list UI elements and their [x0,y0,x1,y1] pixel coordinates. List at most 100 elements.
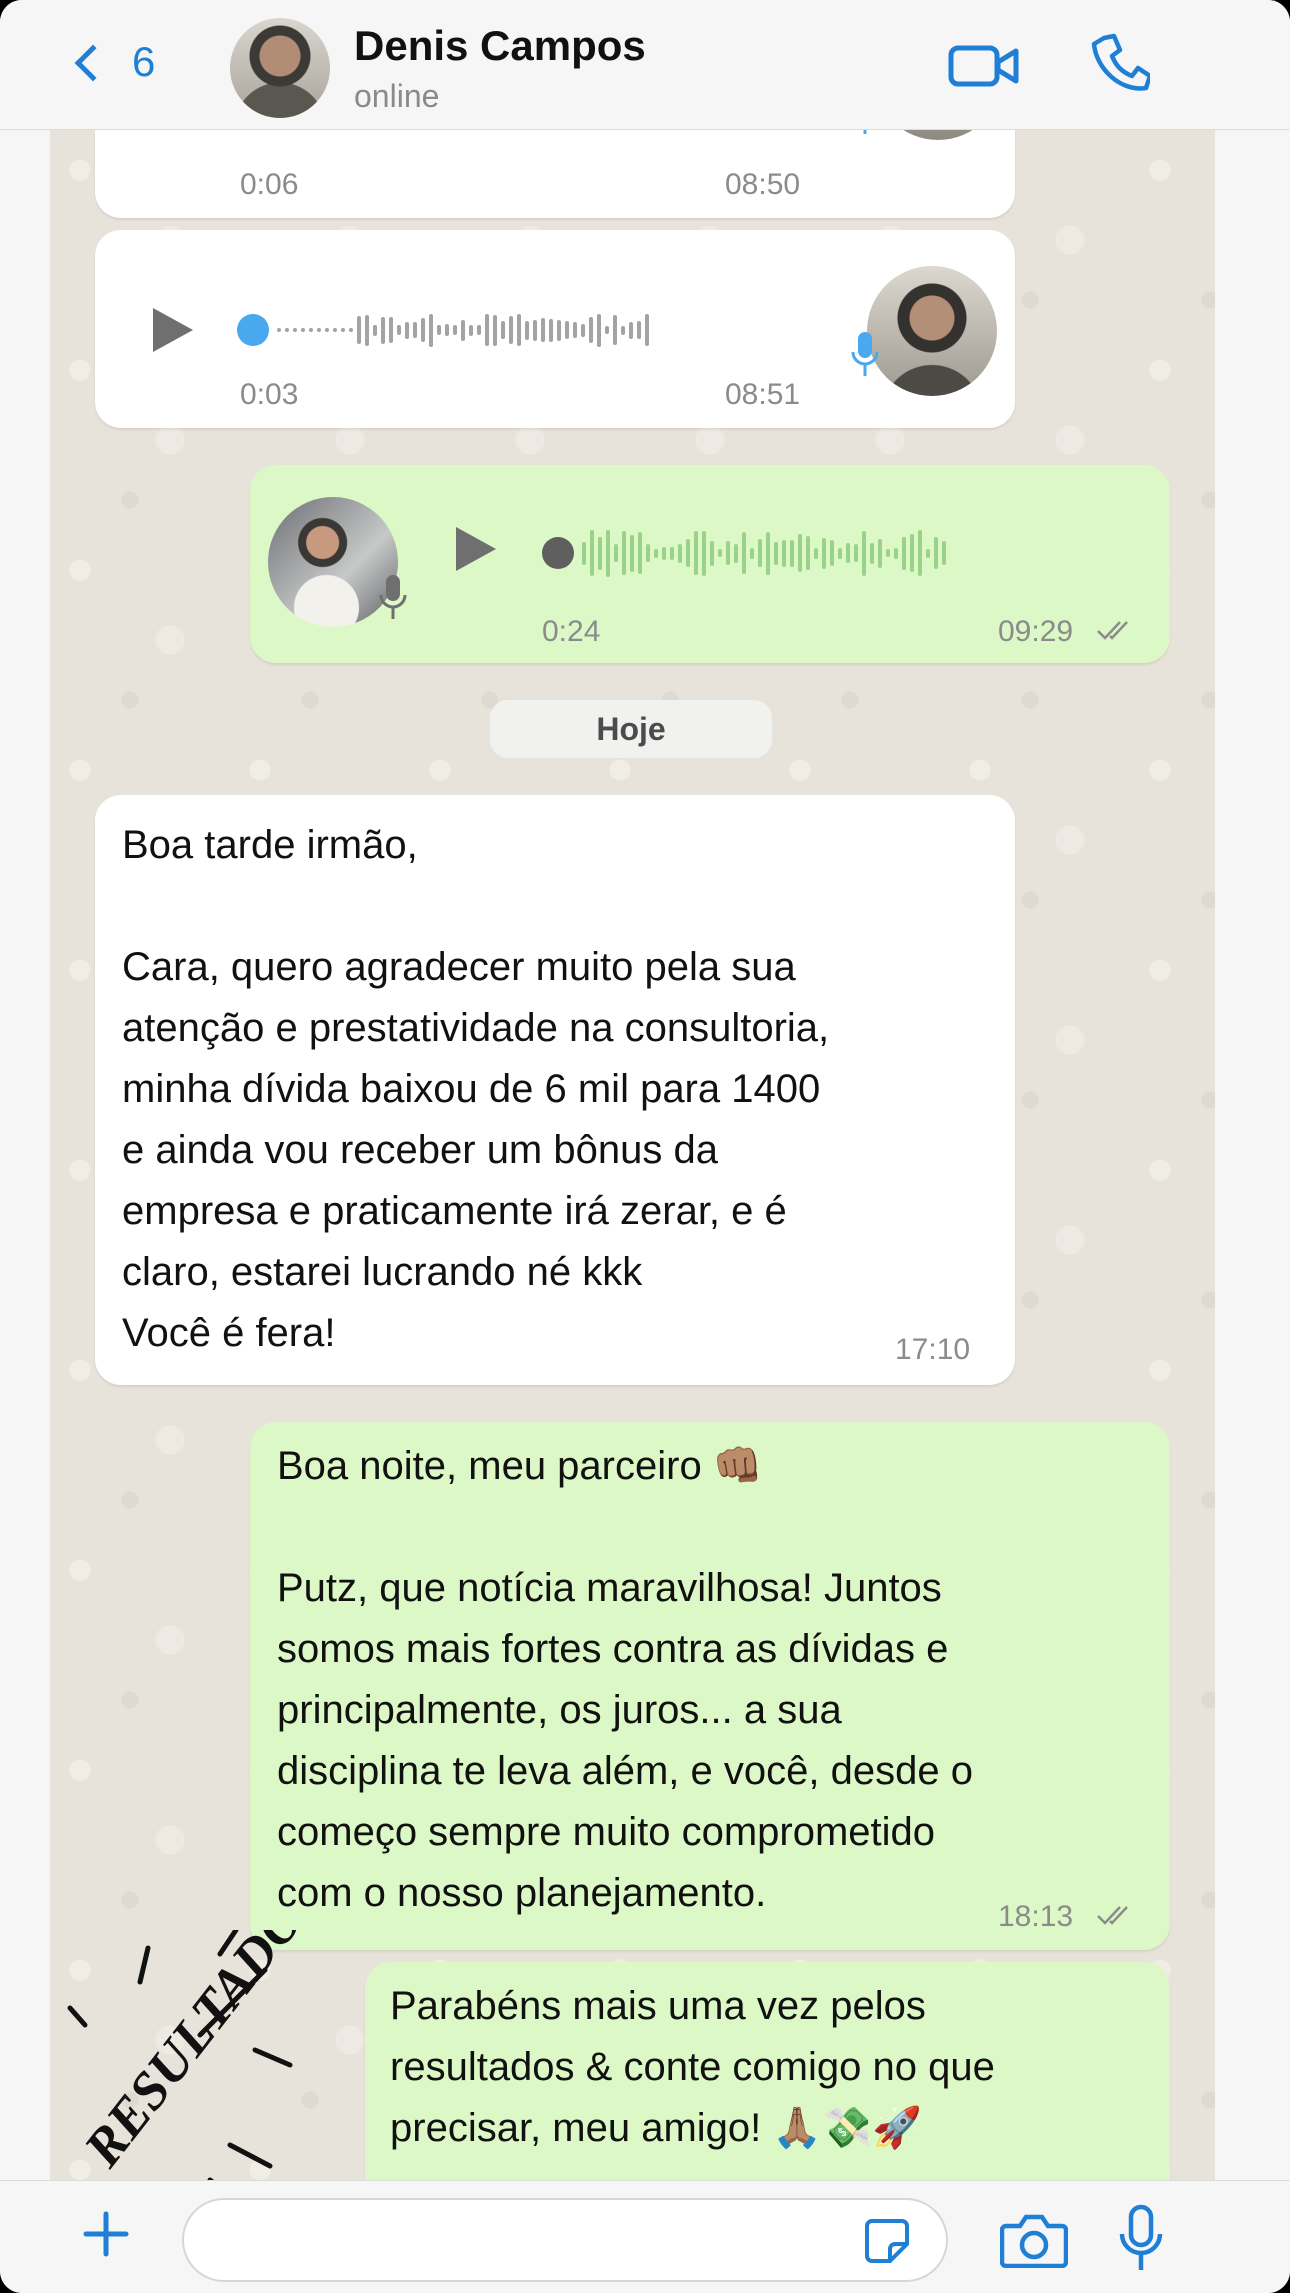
play-icon[interactable] [456,527,496,571]
waveform-bar [437,325,441,335]
waveform-bar [862,530,866,576]
waveform-bar [365,314,369,346]
plus-icon[interactable] [82,2210,130,2258]
date-divider: Hoje [490,700,772,758]
waveform-bar [413,322,417,338]
waveform-bar [614,544,618,562]
message-text: Parabéns mais uma vez pelos resultados &… [390,1984,995,2150]
waveform-bar [589,317,593,343]
microphone-icon[interactable] [1118,2204,1164,2274]
voice-progress-knob[interactable] [237,314,269,346]
waveform-bar [638,532,642,574]
waveform-bar [373,324,377,336]
waveform-bar [686,539,690,567]
waveform-bar [285,328,289,332]
waveform-bar [646,544,650,562]
waveform-bar [886,549,890,557]
waveform-bar [822,537,826,569]
video-camera-icon[interactable] [948,40,1020,92]
waveform-bar [389,317,393,343]
message-time: 08:50 [725,168,801,201]
waveform-bar [637,321,641,339]
text-message-outgoing-1[interactable]: Boa noite, meu parceiro 👊🏽 Putz, que not… [250,1422,1170,1950]
waveform-bar [549,318,553,342]
voice-waveform[interactable] [277,305,649,355]
waveform-bar [517,314,521,346]
waveform-bar [814,547,818,559]
text-message-outgoing-2[interactable]: Parabéns mais uma vez pelos resultados &… [365,1962,1170,2202]
message-time: 18:13 [998,1900,1074,1933]
contact-name[interactable]: Denis Campos [354,22,646,70]
phone-screen: 0:06 08:50 0:03 08:51 0:24 09:29 Hoje Bo… [0,0,1290,2293]
voice-message-outgoing[interactable]: 0:24 09:29 [250,465,1170,663]
play-icon[interactable] [153,308,193,352]
sticker-icon[interactable] [864,2218,910,2264]
text-message-incoming[interactable]: Boa tarde irmão, Cara, quero agradecer m… [95,795,1015,1385]
waveform-bar [878,538,882,568]
waveform-bar [742,532,746,574]
contact-avatar[interactable] [230,18,330,118]
waveform-bar [582,541,586,565]
resultados-stamp: RESULTADOS [67,1930,330,2205]
waveform-bar [718,549,722,557]
waveform-bar [397,325,401,335]
waveform-bar [662,546,666,560]
chat-header: 6 Denis Campos online [0,0,1290,130]
waveform-bar [597,313,601,347]
waveform-bar [854,544,858,562]
voice-duration: 0:03 [240,378,299,411]
waveform-bar [565,321,569,339]
waveform-bar [902,536,906,570]
waveform-bar [782,539,786,567]
waveform-bar [590,530,594,576]
waveform-bar [381,316,385,344]
waveform-bar [525,320,529,340]
waveform-bar [918,530,922,576]
waveform-bar [806,536,810,570]
waveform-bar [325,328,329,332]
waveform-bar [309,328,313,332]
voice-duration: 0:06 [240,168,299,201]
phone-icon[interactable] [1090,32,1150,96]
waveform-bar [894,547,898,559]
waveform-bar [293,328,297,332]
waveform-bar [702,530,706,576]
waveform-bar [621,325,625,335]
waveform-bar [349,328,353,332]
waveform-bar [469,324,473,336]
message-input[interactable] [182,2198,948,2282]
voice-message-incoming-2[interactable]: 0:03 08:51 [95,230,1015,428]
waveform-bar [758,539,762,567]
message-text: Boa noite, meu parceiro 👊🏽 Putz, que not… [277,1444,973,1915]
unread-count: 6 [132,38,156,85]
waveform-bar [630,534,634,572]
waveform-bar [734,543,738,563]
waveform-bar [445,324,449,336]
waveform-bar [645,314,649,346]
waveform-bar [726,541,730,565]
waveform-bar [910,534,914,572]
waveform-bar [605,326,609,334]
double-check-icon [1097,1906,1128,1925]
voice-duration: 0:24 [542,615,601,648]
waveform-bar [694,531,698,575]
waveform-bar [277,328,281,332]
voice-progress-knob[interactable] [542,537,574,569]
waveform-bar [790,539,794,567]
waveform-bar [798,534,802,572]
double-check-icon [1097,621,1128,640]
waveform-bar [357,316,361,344]
voice-waveform[interactable] [582,528,946,578]
message-text: Boa tarde irmão, Cara, quero agradecer m… [122,823,830,1355]
message-time: 17:10 [895,1333,971,1366]
waveform-bar [493,314,497,346]
waveform-bar [341,328,345,332]
camera-icon[interactable] [1000,2212,1068,2268]
waveform-bar [405,321,409,339]
back-button[interactable]: 6 [74,38,156,86]
waveform-bar [333,328,337,332]
message-time: 08:51 [725,378,801,411]
waveform-bar [606,529,610,577]
waveform-bar [926,548,930,558]
waveform-bar [581,323,585,337]
